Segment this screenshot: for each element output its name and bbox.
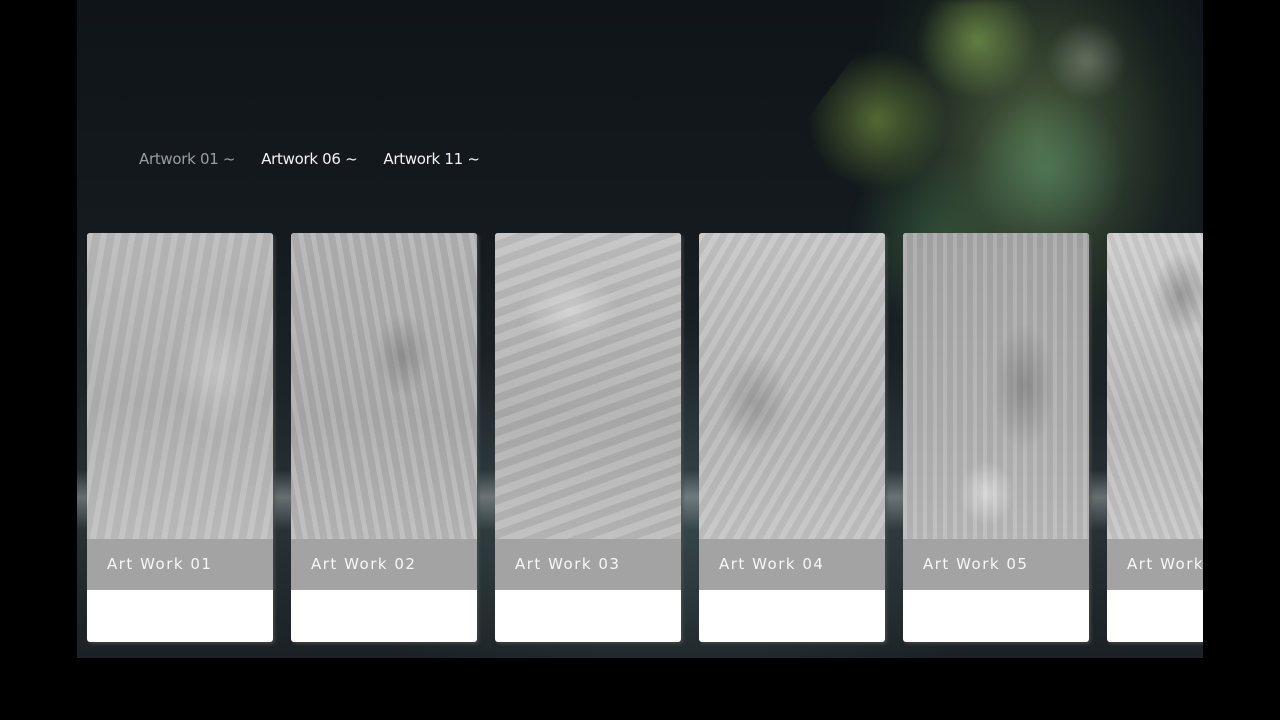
artwork-card-title: Art Work 03	[495, 539, 681, 590]
artwork-thumbnail	[903, 233, 1089, 539]
artwork-card-05[interactable]: Art Work 05	[903, 233, 1089, 642]
nav-link-artwork-01[interactable]: Artwork 01 ~	[139, 150, 236, 168]
artwork-thumbnail	[87, 233, 273, 539]
artwork-card-title: Art Work 02	[291, 539, 477, 590]
artwork-card-title: Art Work 01	[87, 539, 273, 590]
artwork-card-02[interactable]: Art Work 02	[291, 233, 477, 642]
artwork-card-title: Art Work 06	[1107, 539, 1203, 590]
artwork-thumbnail	[291, 233, 477, 539]
artwork-thumbnail	[1107, 233, 1203, 539]
artwork-card-title: Art Work 04	[699, 539, 885, 590]
artwork-thumbnail	[699, 233, 885, 539]
artwork-thumbnail	[495, 233, 681, 539]
artwork-card-title: Art Work 05	[903, 539, 1089, 590]
nav-link-artwork-11[interactable]: Artwork 11 ~	[383, 150, 480, 168]
artwork-card-06[interactable]: Art Work 06	[1107, 233, 1203, 642]
artwork-card-04[interactable]: Art Work 04	[699, 233, 885, 642]
artwork-card-01[interactable]: Art Work 01	[87, 233, 273, 642]
artwork-pager-nav: Artwork 01 ~ Artwork 06 ~ Artwork 11 ~	[139, 150, 480, 168]
gallery-viewport: Artwork 01 ~ Artwork 06 ~ Artwork 11 ~ A…	[77, 0, 1203, 658]
nav-link-artwork-06[interactable]: Artwork 06 ~	[261, 150, 358, 168]
artwork-card-row: Art Work 01 Art Work 02 Art Work 03 Art …	[87, 233, 1203, 642]
artwork-card-03[interactable]: Art Work 03	[495, 233, 681, 642]
